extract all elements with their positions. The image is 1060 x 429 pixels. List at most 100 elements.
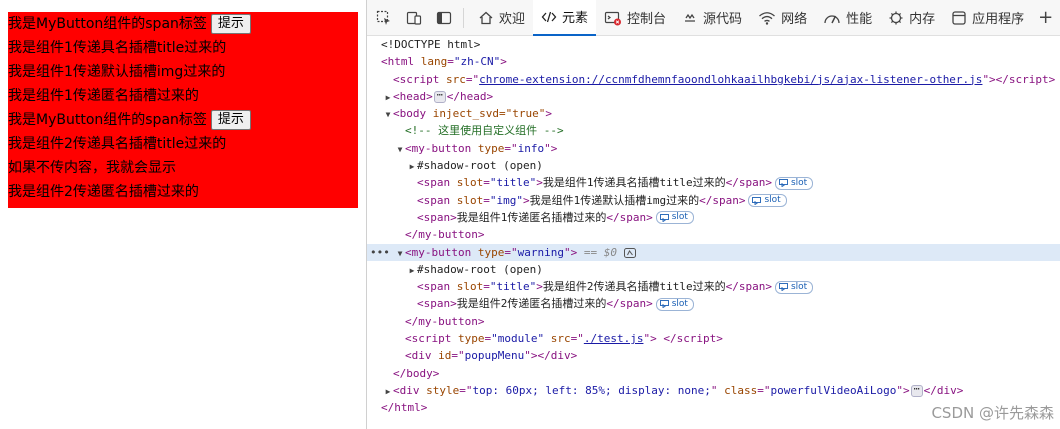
script-src-link[interactable]: chrome-extension://ccnmfdhemnfaoondlohka… bbox=[479, 73, 982, 86]
console-icon bbox=[604, 11, 622, 25]
tab-sources[interactable]: 源代码 bbox=[674, 0, 750, 36]
dock-side-icon[interactable] bbox=[431, 5, 457, 31]
slot-label: slot bbox=[790, 281, 808, 292]
my-button-container: 我是MyButton组件的span标签 提示 我是组件1传递具名插槽title过… bbox=[8, 12, 358, 208]
tree-row[interactable]: <div id="popupMenu"></div> bbox=[367, 347, 1060, 364]
tree-row[interactable]: <html lang="zh-CN"> bbox=[367, 53, 1060, 70]
tree-row[interactable]: <span>我是组件2传递匿名插槽过来的</span> slot bbox=[367, 295, 1060, 312]
slot-arrow-icon bbox=[779, 283, 788, 292]
tree-row[interactable]: ▶ <div style="top: 60px; left: 85%; displ… bbox=[367, 382, 1060, 399]
tab-network[interactable]: 网络 bbox=[750, 0, 815, 36]
slot-arrow-icon bbox=[659, 300, 669, 309]
rendered-page: 我是MyButton组件的span标签 提示 我是组件1传递具名插槽title过… bbox=[0, 0, 366, 429]
tree-row[interactable]: </my-button> bbox=[367, 313, 1060, 330]
tree-row[interactable]: ▶ #shadow-root (open) bbox=[367, 261, 1060, 278]
tree-row[interactable]: <script type="module" src="./test.js"> <… bbox=[367, 330, 1060, 347]
tab-welcome[interactable]: 欢迎 bbox=[470, 0, 533, 36]
collapse-caret-icon[interactable]: ▼ bbox=[395, 245, 405, 261]
rendered-line: 我是组件1传递具名插槽title过来的 bbox=[8, 36, 358, 60]
tab-memory[interactable]: 内存 bbox=[880, 0, 943, 36]
span-text: 我是组件1传递匿名插槽过来的 bbox=[456, 210, 607, 224]
tree-row[interactable]: ▶ #shadow-root (open) bbox=[367, 157, 1060, 174]
tree-row[interactable]: </my-button> bbox=[367, 226, 1060, 243]
home-icon bbox=[479, 11, 493, 24]
inspect-element-icon[interactable] bbox=[371, 5, 397, 31]
tab-elements[interactable]: 元素 bbox=[533, 0, 597, 36]
dom-tree: <!DOCTYPE html> <html lang="zh-CN"> <scr… bbox=[367, 36, 1060, 417]
devtools-panel: 欢迎 元素 控制台 源代码 网络 性能 内存 应用程序 + <!DOCTYPE … bbox=[367, 0, 1060, 429]
shadow-root: #shadow-root (open) bbox=[417, 159, 543, 173]
slot-badge[interactable]: slot bbox=[655, 297, 694, 311]
collapse-caret-icon[interactable]: ▼ bbox=[383, 106, 393, 122]
more-tabs-button[interactable]: + bbox=[1032, 7, 1053, 28]
collapse-caret-icon[interactable]: ▼ bbox=[395, 141, 405, 157]
tree-row[interactable]: <span slot="title">我是组件2传递具名插槽title过来的</… bbox=[367, 278, 1060, 295]
rendered-line: 我是组件2传递匿名插槽过来的 bbox=[8, 180, 358, 204]
application-icon bbox=[952, 10, 966, 25]
tab-label: 性能 bbox=[846, 12, 873, 27]
tab-label: 内存 bbox=[909, 12, 936, 27]
tree-row[interactable]: ▼ <my-button type="info"> bbox=[367, 140, 1060, 157]
memory-icon bbox=[889, 11, 903, 24]
tree-row[interactable]: <span slot="img">我是组件1传递默认插槽img过来的</span… bbox=[367, 192, 1060, 209]
code-icon bbox=[541, 11, 557, 22]
collapsed-ellipsis-icon[interactable]: ⋯ bbox=[910, 384, 923, 397]
head-tag: head bbox=[399, 89, 427, 103]
hint-button-2[interactable]: 提示 bbox=[210, 110, 251, 130]
rendered-line: 如果不传内容，我就会显示 bbox=[8, 156, 358, 180]
tree-row[interactable]: <span>我是组件1传递匿名插槽过来的</span> slot bbox=[367, 209, 1060, 226]
tab-label: 应用程序 bbox=[972, 12, 1025, 27]
slot-label: slot bbox=[764, 195, 781, 206]
row-actions-icon[interactable]: ••• bbox=[370, 244, 390, 261]
performance-icon bbox=[824, 14, 840, 23]
collapsed-ellipsis-icon[interactable]: ⋯ bbox=[433, 90, 446, 103]
span-text: 我是组件2传递具名插槽title过来的 bbox=[542, 280, 726, 294]
tree-row[interactable]: <!-- 这里使用自定义组件 --> bbox=[367, 122, 1060, 139]
wifi-icon bbox=[759, 11, 775, 25]
slot-arrow-icon bbox=[752, 196, 762, 205]
tab-application[interactable]: 应用程序 bbox=[943, 0, 1032, 36]
span-text: 我是组件1传递具名插槽title过来的 bbox=[542, 176, 726, 190]
slot-arrow-icon bbox=[779, 179, 788, 188]
rendered-line: 我是MyButton组件的span标签 提示 bbox=[8, 12, 358, 36]
tab-performance[interactable]: 性能 bbox=[815, 0, 880, 36]
slot-title-2: 我是组件2传递具名插槽title过来的 bbox=[8, 136, 227, 152]
tree-row[interactable]: <!DOCTYPE html> bbox=[367, 36, 1060, 53]
tree-row[interactable]: </body> bbox=[367, 365, 1060, 382]
hint-button-1[interactable]: 提示 bbox=[210, 14, 251, 34]
body-attr: inject_svd="true" bbox=[432, 107, 546, 121]
tree-row[interactable]: <script src="chrome-extension://ccnmfdhe… bbox=[367, 71, 1060, 88]
slot-label: slot bbox=[671, 298, 688, 309]
device-emulation-icon[interactable] bbox=[401, 5, 427, 31]
tab-label: 源代码 bbox=[703, 12, 743, 27]
expand-caret-icon[interactable]: ▶ bbox=[383, 383, 393, 399]
tab-label: 控制台 bbox=[627, 12, 667, 27]
slot-badge[interactable]: slot bbox=[774, 176, 814, 190]
rendered-line: 我是MyButton组件的span标签 提示 bbox=[8, 108, 358, 132]
slot-badge[interactable]: slot bbox=[655, 211, 694, 225]
my-button-type: warning bbox=[517, 245, 564, 259]
html-comment: <!-- 这里使用自定义组件 --> bbox=[405, 124, 564, 138]
doctype: <!DOCTYPE html> bbox=[381, 38, 481, 51]
tree-row[interactable]: ▶ <head> ⋯ </head> bbox=[367, 88, 1060, 105]
tab-console[interactable]: 控制台 bbox=[596, 0, 674, 36]
span-text: 我是组件2传递匿名插槽过来的 bbox=[456, 297, 607, 311]
expand-caret-icon[interactable]: ▶ bbox=[407, 158, 417, 174]
expand-caret-icon[interactable]: ▶ bbox=[407, 262, 417, 278]
div-style: top: 60px; left: 85%; display: none; bbox=[472, 383, 711, 397]
slot-default-fallback: 如果不传内容，我就会显示 bbox=[8, 160, 176, 176]
my-button-type: info bbox=[517, 141, 545, 155]
tree-row[interactable]: <span slot="title">我是组件1传递具名插槽title过来的</… bbox=[367, 174, 1060, 191]
rendered-line: 我是组件1传递匿名插槽过来的 bbox=[8, 84, 358, 108]
copilot-icon bbox=[623, 247, 636, 258]
tab-label: 欢迎 bbox=[499, 12, 526, 27]
tree-row-selected[interactable]: ••• ▼ <my-button type="warning"> == $0 bbox=[367, 243, 1060, 261]
module-src-link[interactable]: ./test.js bbox=[584, 332, 644, 345]
rendered-line: 我是组件1传递默认插槽img过来的 bbox=[8, 60, 358, 84]
slot-badge[interactable]: slot bbox=[748, 194, 787, 208]
watermark: CSDN @许先森森 bbox=[931, 404, 1054, 422]
tree-row[interactable]: ▼ <body inject_svd="true"> bbox=[367, 105, 1060, 122]
rendered-line: 我是组件2传递具名插槽title过来的 bbox=[8, 132, 358, 156]
slot-badge[interactable]: slot bbox=[774, 280, 814, 294]
expand-caret-icon[interactable]: ▶ bbox=[383, 89, 393, 105]
